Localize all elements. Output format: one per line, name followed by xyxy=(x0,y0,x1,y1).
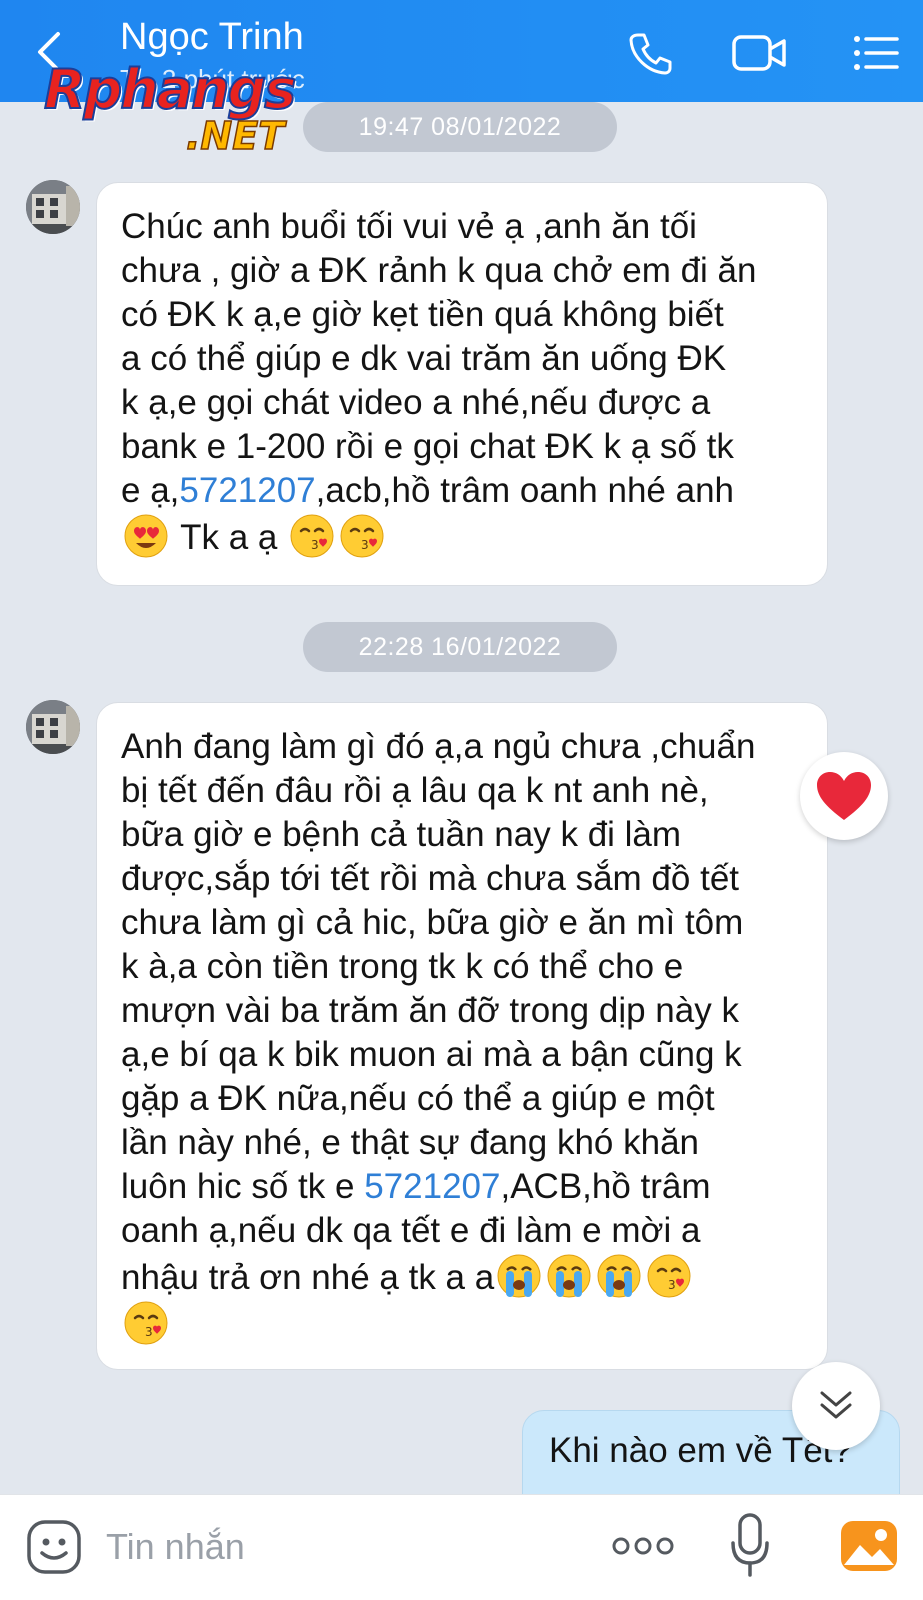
message-text: Tk a ạ xyxy=(171,518,288,557)
sticker-button[interactable] xyxy=(26,1519,82,1575)
message-line: chưa làm gì cả hic, bữa giờ e ăn mì tôm xyxy=(121,903,744,942)
kissing-heart-emoji-icon: 3 xyxy=(647,1254,691,1298)
menu-button[interactable] xyxy=(848,26,904,80)
kissing-heart-emoji-icon: 3 xyxy=(124,1301,168,1345)
contact-name[interactable]: Ngọc Trinh xyxy=(120,16,304,59)
message-line: k à,a còn tiền trong tk k có thể cho e xyxy=(121,947,684,986)
list-menu-icon xyxy=(854,36,899,70)
sticker-face-icon xyxy=(27,1520,81,1574)
voice-message-button[interactable] xyxy=(730,1513,770,1577)
message-input-bar xyxy=(0,1494,923,1600)
heart-reaction-button[interactable] xyxy=(800,752,888,840)
message-text: nhậu trả ơn nhé ạ tk a a xyxy=(121,1258,495,1297)
video-camera-icon xyxy=(732,35,786,71)
svg-text:3: 3 xyxy=(361,538,369,552)
message-line: gặp a ĐK nữa,nếu có thể a giúp e một xyxy=(121,1079,715,1118)
watermark-logo: Rphangs .NET xyxy=(40,57,330,159)
date-separator: 19:47 08/01/2022 xyxy=(303,102,617,152)
message-line: Chúc anh buổi tối vui vẻ ạ ,anh ăn tối xyxy=(121,207,697,246)
message-text: e ạ, xyxy=(121,471,180,510)
message-line: mượn vài ba trăm ăn đỡ trong dịp này k xyxy=(121,991,739,1030)
crying-emoji-icon xyxy=(497,1254,541,1298)
message-line: chưa , giờ a ĐK rảnh k qua chở em đi ăn xyxy=(121,251,757,290)
message-line: luôn hic số tk e 5721207,ACB,hồ trâm xyxy=(121,1165,803,1209)
incoming-message-bubble[interactable]: Chúc anh buổi tối vui vẻ ạ ,anh ăn tối c… xyxy=(96,182,828,586)
avatar[interactable] xyxy=(26,700,80,754)
more-options-button[interactable] xyxy=(612,1531,674,1561)
message-text: luôn hic số tk e xyxy=(121,1167,365,1206)
crying-emoji-icon xyxy=(597,1254,641,1298)
microphone-icon xyxy=(731,1513,769,1577)
message-line: nhậu trả ơn nhé ạ tk a a 3 xyxy=(121,1253,803,1300)
double-chevron-down-icon xyxy=(820,1391,852,1419)
gallery-image-icon xyxy=(841,1521,897,1571)
svg-text:3: 3 xyxy=(311,538,319,552)
message-line: a có thể giúp e dk vai trăm ăn uống ĐK xyxy=(121,339,727,378)
message-line: k ạ,e gọi chát video a nhé,nếu được a xyxy=(121,383,711,422)
message-line: có ĐK k ạ,e giờ kẹt tiền quá không biết xyxy=(121,295,724,334)
watermark-domain: .NET xyxy=(185,113,285,159)
avatar[interactable] xyxy=(26,180,80,234)
more-dots-icon xyxy=(612,1537,674,1555)
message-line: ạ,e bí qa k bik muon ai mà a bận cũng k xyxy=(121,1035,742,1074)
gallery-button[interactable] xyxy=(838,1515,900,1577)
crying-emoji-icon xyxy=(547,1254,591,1298)
heart-icon xyxy=(817,772,871,820)
phone-icon xyxy=(629,33,672,75)
incoming-message-bubble[interactable]: Anh đang làm gì đó ạ,a ngủ chưa ,chuẩn b… xyxy=(96,702,828,1370)
message-line: bank e 1-200 rồi e gọi chat ĐK k ạ số tk xyxy=(121,427,734,466)
account-number-link[interactable]: 5721207 xyxy=(364,1167,500,1206)
message-line: Tk a ạ 3 3 xyxy=(121,513,803,560)
message-line: 3 xyxy=(121,1300,803,1347)
account-number-link[interactable]: 5721207 xyxy=(179,471,315,510)
video-call-button[interactable] xyxy=(732,26,788,80)
message-line: lần này nhé, e thật sự đang khó khăn xyxy=(121,1123,700,1162)
message-line: bữa giờ e bệnh cả tuần nay k đi làm xyxy=(121,815,682,854)
message-text: ,acb,hồ trâm oanh nhé anh xyxy=(315,471,735,510)
avatar-photo-icon xyxy=(26,180,80,234)
svg-text:3: 3 xyxy=(668,1278,676,1292)
message-line: e ạ,5721207,acb,hồ trâm oanh nhé anh xyxy=(121,469,803,513)
watermark-text: Rphangs xyxy=(43,57,297,122)
message-input[interactable] xyxy=(106,1521,546,1573)
date-separator: 22:28 16/01/2022 xyxy=(303,622,617,672)
scroll-to-bottom-button[interactable] xyxy=(792,1362,880,1450)
svg-text:3: 3 xyxy=(145,1325,153,1339)
kissing-heart-emoji-icon: 3 xyxy=(290,514,334,558)
message-line: được,sắp tới tết rồi mà chưa sắm đồ tết xyxy=(121,859,740,898)
call-button[interactable] xyxy=(622,26,678,80)
kissing-heart-emoji-icon: 3 xyxy=(340,514,384,558)
message-line: Anh đang làm gì đó ạ,a ngủ chưa ,chuẩn xyxy=(121,727,756,766)
message-line: oanh ạ,nếu dk qa tết e đi làm e mời a xyxy=(121,1211,701,1250)
message-line: bị tết đến đâu rồi ạ lâu qa k nt anh nè, xyxy=(121,771,709,810)
avatar-photo-icon xyxy=(26,700,80,754)
message-text: ,ACB,hồ trâm xyxy=(500,1167,711,1206)
heart-eyes-emoji-icon xyxy=(124,514,168,558)
